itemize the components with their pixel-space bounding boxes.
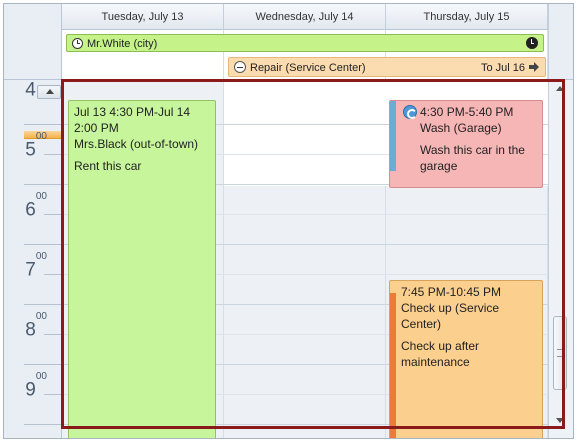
appointment-time-end: 2:00 PM — [74, 121, 119, 135]
ruler-line — [24, 124, 61, 125]
appointment-wash[interactable]: 4:30 PM-5:40 PM Wash (Garage) Wash this … — [389, 100, 543, 188]
minus-circle-icon — [234, 61, 246, 73]
ruler-line — [24, 304, 61, 305]
clock-filled-icon — [526, 37, 538, 49]
appointment-description: Rent this car — [74, 159, 142, 173]
hour-label-5: 500 — [25, 131, 47, 161]
time-grid[interactable]: Jul 13 4:30 PM-Jul 14 2:00 PM Mrs.Black … — [62, 80, 548, 438]
hour-label-6: 600 — [25, 191, 47, 221]
appointment-status-bar — [390, 293, 396, 438]
appointment-status-bar — [390, 101, 396, 171]
appointment-check-up[interactable]: 7:45 PM-10:45 PM Check up (Service Cente… — [389, 280, 543, 438]
appointment-mrs-black[interactable]: Jul 13 4:30 PM-Jul 14 2:00 PM Mrs.Black … — [68, 100, 216, 438]
appointment-description: Wash this car in the garage — [420, 143, 525, 173]
all-day-area[interactable]: Mr.White (city) Repair (Service Center) … — [62, 30, 548, 80]
appointment-subject: Check up (Service Center) — [401, 301, 500, 331]
scrollbar-down-arrow[interactable] — [553, 414, 567, 428]
all-day-event-mr-white[interactable]: Mr.White (city) — [66, 34, 544, 52]
day-header-row: Tuesday, July 13 Wednesday, July 14 Thur… — [62, 4, 548, 30]
day-header-thursday[interactable]: Thursday, July 15 — [386, 4, 548, 30]
appointment-time: Jul 13 4:30 PM-Jul 14 — [74, 105, 191, 119]
header-scroll-spacer — [548, 4, 573, 80]
scrollbar-up-arrow[interactable] — [553, 82, 567, 96]
ruler-line — [24, 364, 61, 365]
scrollbar-thumb[interactable] — [553, 316, 567, 390]
time-ruler: 400 500 600 700 800 900 — [4, 80, 62, 438]
scheduler-frame: Tuesday, July 13 Wednesday, July 14 Thur… — [3, 3, 574, 439]
appointment-time: 7:45 PM-10:45 PM — [401, 285, 502, 299]
continues-label: To Jul 16 — [480, 62, 525, 74]
arrow-right-icon[interactable] — [529, 62, 539, 72]
all-day-event-label: Repair (Service Center) — [250, 62, 366, 74]
hour-label-9: 900 — [25, 371, 47, 401]
ruler-line — [24, 424, 61, 425]
ruler-line — [24, 184, 61, 185]
hour-label-7: 700 — [25, 251, 47, 281]
vertical-scrollbar[interactable] — [548, 80, 573, 438]
appointment-subject: Wash (Garage) — [420, 121, 502, 135]
working-hours-wednesday[interactable] — [224, 80, 386, 186]
scroll-up-appointments-button[interactable] — [37, 85, 61, 99]
scheduler: Tuesday, July 13 Wednesday, July 14 Thur… — [0, 0, 579, 446]
header-corner — [4, 4, 62, 80]
appointment-time: 4:30 PM-5:40 PM — [420, 105, 514, 119]
clock-icon — [72, 38, 83, 49]
all-day-event-label: Mr.White (city) — [87, 38, 158, 50]
appointment-description: Check up after maintenance — [401, 339, 480, 369]
day-header-wednesday[interactable]: Wednesday, July 14 — [224, 4, 386, 30]
appointment-subject: Mrs.Black (out-of-town) — [74, 137, 199, 151]
hour-label-8: 800 — [25, 311, 47, 341]
day-header-tuesday[interactable]: Tuesday, July 13 — [62, 4, 224, 30]
all-day-event-repair[interactable]: Repair (Service Center) To Jul 16 — [228, 57, 546, 77]
recurrence-icon — [403, 105, 417, 119]
ruler-line — [24, 244, 61, 245]
